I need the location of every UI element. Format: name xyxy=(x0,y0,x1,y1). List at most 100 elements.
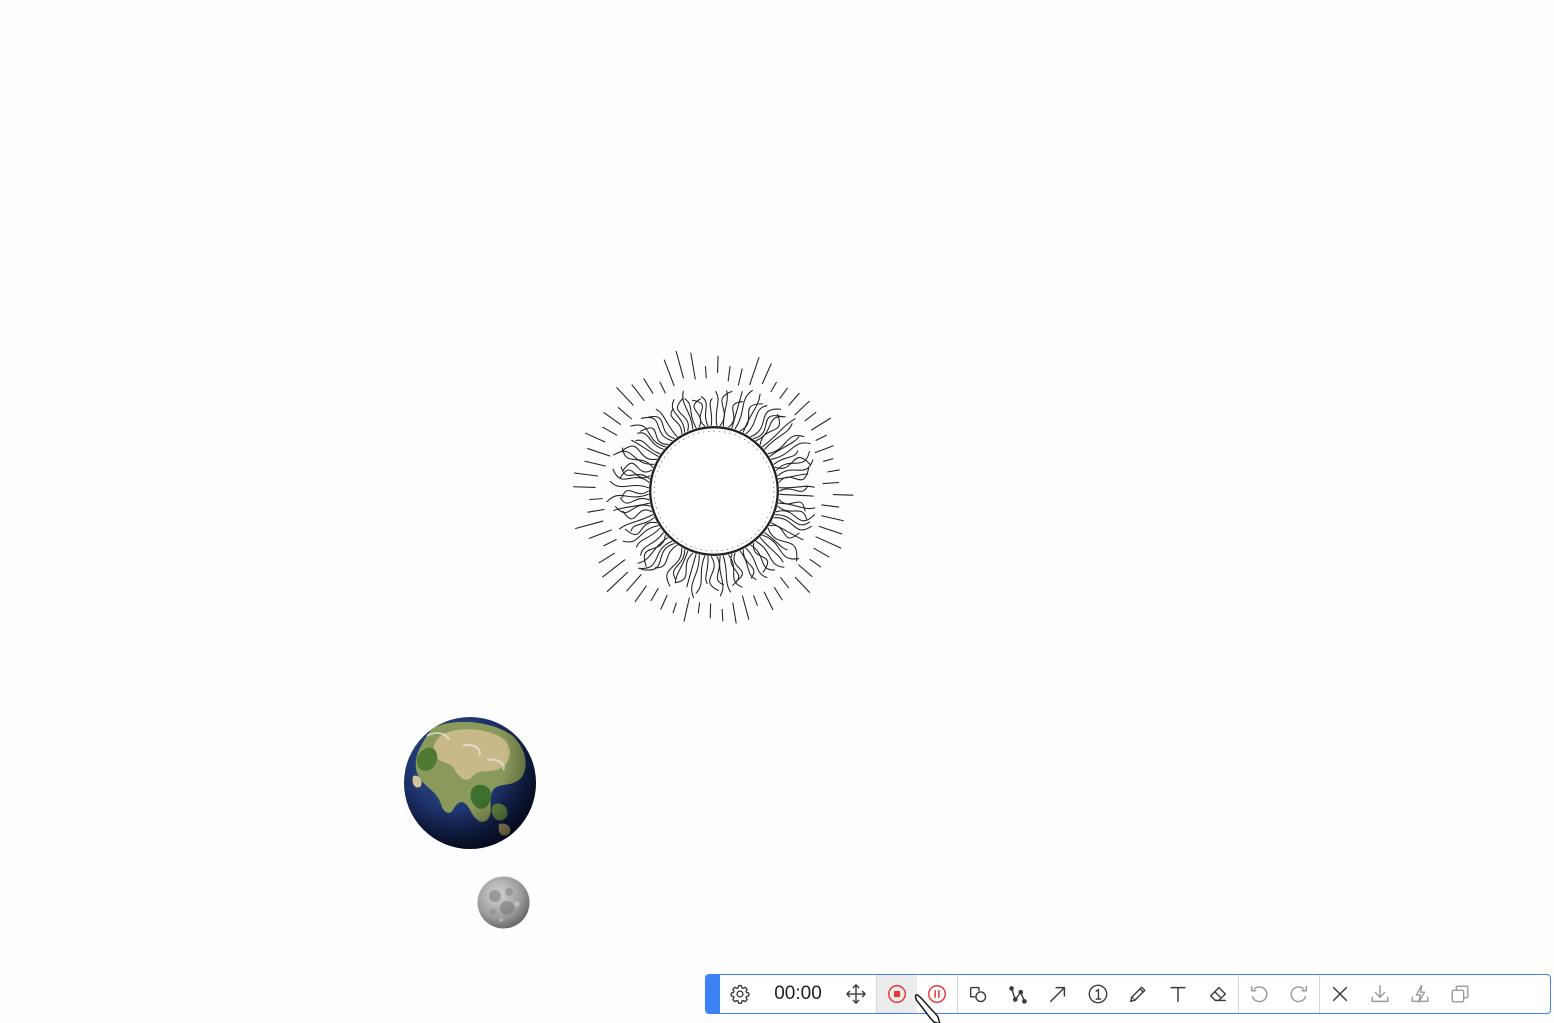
sun-flame-stroke xyxy=(700,396,709,427)
earth-image[interactable] xyxy=(403,716,537,850)
sun-ray-stroke xyxy=(741,595,750,620)
sun-flame-stroke xyxy=(684,398,697,429)
sun-flame-stroke xyxy=(779,485,815,489)
sun-flame-stroke xyxy=(609,480,649,489)
arrow-tool-button[interactable] xyxy=(1038,975,1078,1013)
sun-ray-stroke xyxy=(606,571,629,592)
sun-ray-stroke xyxy=(804,411,817,422)
arrow-icon xyxy=(1049,986,1066,1003)
sun-ray-stroke xyxy=(663,359,675,387)
sun-flame-stroke xyxy=(759,413,780,445)
download-button[interactable] xyxy=(1360,975,1400,1013)
sun-ray-stroke xyxy=(584,460,606,467)
sun-ray-stroke xyxy=(616,387,634,406)
sun-flame-stroke xyxy=(619,497,650,504)
sun-ray-stroke xyxy=(823,458,834,462)
move-button[interactable] xyxy=(836,975,876,1013)
settings-button[interactable] xyxy=(720,975,760,1013)
number-tool-button[interactable] xyxy=(1078,975,1118,1013)
sun-ray-stroke xyxy=(573,472,599,477)
text-tool-button[interactable] xyxy=(1158,975,1198,1013)
sun-flame-stroke xyxy=(638,540,673,569)
pencil-icon xyxy=(1129,986,1146,1003)
sun-flame-stroke xyxy=(774,514,811,526)
sun-ray-stroke xyxy=(589,498,603,501)
redo-icon xyxy=(1290,985,1308,1003)
sun-ray-stroke xyxy=(794,576,811,593)
toolbar-drag-handle[interactable] xyxy=(706,975,720,1013)
curve-line-icon xyxy=(1009,986,1027,1004)
sun-ray-stroke xyxy=(773,587,783,601)
undo-icon xyxy=(1250,985,1268,1003)
sun-flame-stroke xyxy=(767,527,798,562)
annotation-toolbar: 00:00 xyxy=(705,974,1551,1014)
numbered-marker-icon xyxy=(1088,984,1108,1004)
flash-button[interactable] xyxy=(1400,975,1440,1013)
sun-flame-stroke xyxy=(779,493,814,497)
sun-ray-stroke xyxy=(780,576,790,589)
undo-button[interactable] xyxy=(1239,975,1279,1013)
sun-flame-stroke xyxy=(709,398,713,426)
sun-ray-stroke xyxy=(732,602,737,624)
sun-flame-stroke xyxy=(722,555,732,593)
sun-flame-stroke xyxy=(715,390,719,426)
copy-icon xyxy=(1451,985,1469,1003)
sun-ray-stroke xyxy=(814,445,834,454)
sun-flame-stroke xyxy=(705,555,709,584)
sun-ray-stroke xyxy=(588,529,612,539)
sun-ray-stroke xyxy=(602,426,618,436)
sun-sketch-image[interactable] xyxy=(566,346,862,636)
sun-ray-stroke xyxy=(737,368,743,386)
record-icon xyxy=(888,985,906,1003)
sun-ray-stroke xyxy=(794,400,810,416)
close-icon xyxy=(1332,986,1348,1002)
eraser-tool-button[interactable] xyxy=(1198,975,1238,1013)
sun-ray-stroke xyxy=(818,525,843,535)
mouse-cursor-icon xyxy=(914,994,941,1023)
redo-button[interactable] xyxy=(1279,975,1319,1013)
sun-ray-stroke xyxy=(821,504,840,508)
sun-ray-stroke xyxy=(659,381,666,394)
sun-ray-stroke xyxy=(727,365,731,382)
sun-ray-stroke xyxy=(815,536,842,549)
sun-ray-stroke xyxy=(572,486,596,488)
sun-ray-stroke xyxy=(813,547,830,558)
sun-ray-stroke xyxy=(770,381,777,393)
sun-ray-stroke xyxy=(697,602,701,614)
sun-ray-stroke xyxy=(634,585,647,603)
sun-flame-stroke xyxy=(693,398,702,428)
close-button[interactable] xyxy=(1320,975,1360,1013)
sun-ray-stroke xyxy=(809,558,822,568)
sun-ray-stroke xyxy=(753,595,758,606)
sun-ray-stroke xyxy=(749,356,760,386)
copy-button[interactable] xyxy=(1440,975,1480,1013)
sun-ray-stroke xyxy=(683,597,690,622)
sun-ray-stroke xyxy=(788,392,800,406)
sun-flame-stroke xyxy=(695,555,706,594)
sun-ray-stroke xyxy=(779,387,788,400)
sun-ray-stroke xyxy=(617,407,632,420)
text-icon xyxy=(1170,986,1186,1003)
shapes-icon xyxy=(969,986,987,1003)
sun-ray-stroke xyxy=(763,591,774,611)
sun-flame-stroke xyxy=(719,555,724,597)
sun-ray-stroke xyxy=(603,411,622,425)
sun-ray-stroke xyxy=(584,432,606,443)
record-button[interactable] xyxy=(877,975,917,1013)
sun-ray-stroke xyxy=(798,564,813,577)
eraser-icon xyxy=(1209,986,1227,1002)
curve-tool-button[interactable] xyxy=(998,975,1038,1013)
sun-flame-stroke xyxy=(733,552,743,583)
moon-image[interactable] xyxy=(477,876,530,929)
shape-tool-button[interactable] xyxy=(958,975,998,1013)
sun-flame-stroke xyxy=(674,552,694,584)
sun-ray-stroke xyxy=(761,363,772,385)
sun-flame-stroke xyxy=(709,556,719,592)
sun-ray-stroke xyxy=(690,352,696,380)
sun-ray-stroke xyxy=(587,508,605,513)
sun-ray-stroke xyxy=(575,520,604,530)
sun-ray-stroke xyxy=(598,552,615,564)
pen-tool-button[interactable] xyxy=(1118,975,1158,1013)
sun-flame-stroke xyxy=(742,549,755,579)
canvas[interactable]: 00:00 xyxy=(0,0,1554,1023)
